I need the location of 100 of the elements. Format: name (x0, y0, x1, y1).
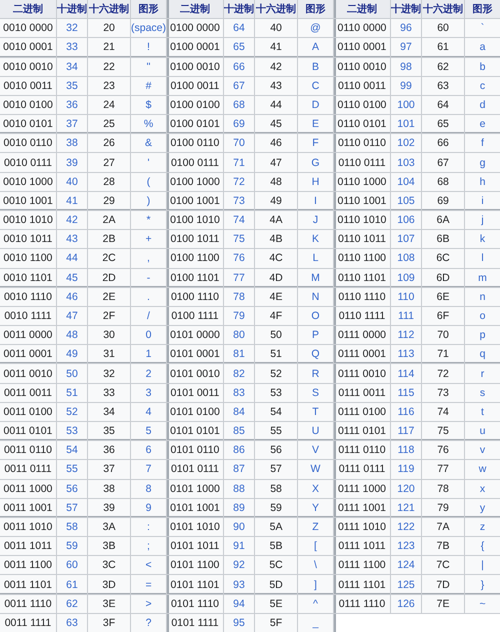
decimal-cell: 96 (390, 19, 422, 38)
hex-cell: 63 (422, 76, 464, 95)
hex-cell: 37 (88, 460, 130, 479)
binary-cell: 0111 1011 (334, 537, 390, 556)
decimal-cell: 118 (390, 441, 422, 460)
decimal-cell: 62 (56, 594, 88, 613)
glyph-cell: C (298, 76, 333, 95)
hex-cell: 38 (88, 480, 130, 498)
glyph-cell: 4 (131, 402, 166, 421)
hex-cell: 49 (255, 192, 298, 210)
decimal-cell: 87 (224, 460, 254, 479)
decimal-cell: 79 (224, 306, 254, 326)
binary-cell: 0100 1000 (167, 172, 223, 191)
decimal-cell: 101 (390, 115, 422, 134)
glyph-cell: ; (131, 537, 166, 556)
decimal-cell: 93 (224, 575, 254, 594)
hex-cell: 62 (422, 58, 464, 76)
column-header: 图形 (131, 0, 166, 18)
binary-cell: 0111 1010 (334, 518, 390, 536)
decimal-cell: 92 (224, 556, 254, 574)
hex-cell: 2E (88, 288, 130, 306)
glyph-cell: P (298, 326, 333, 344)
decimal-cell: 123 (390, 537, 422, 556)
decimal-cell: 32 (56, 19, 88, 38)
decimal-cell: 51 (56, 384, 88, 402)
decimal-cell: 109 (390, 268, 422, 287)
decimal-cell: 71 (224, 153, 254, 172)
glyph-cell: W (298, 460, 333, 479)
binary-cell: 0110 0000 (334, 19, 390, 38)
binary-cell: 0110 0101 (334, 115, 390, 134)
decimal-cell: 97 (390, 38, 422, 57)
decimal-cell: 53 (56, 422, 88, 440)
decimal-cell: 113 (390, 345, 422, 364)
hex-cell: 61 (422, 38, 464, 57)
hex-cell: 7B (422, 537, 464, 556)
binary-cell: 0010 1010 (0, 210, 56, 230)
glyph-cell: L (298, 249, 333, 268)
binary-cell: 0111 0010 (334, 364, 390, 383)
binary-cell: 0010 1110 (0, 288, 56, 306)
glyph-cell: 6 (131, 441, 166, 460)
hex-cell: 79 (422, 498, 464, 517)
binary-cell: 0101 1101 (167, 575, 223, 594)
decimal-cell: 73 (224, 192, 254, 210)
binary-cell: 0100 0101 (167, 115, 223, 134)
decimal-cell: 103 (390, 153, 422, 172)
hex-cell: 53 (255, 384, 298, 402)
binary-cell: 0110 1000 (334, 172, 390, 191)
hex-cell: 48 (255, 172, 298, 191)
binary-cell: 0101 0100 (167, 402, 223, 421)
glyph-cell: E (298, 115, 333, 134)
decimal-cell: 91 (224, 537, 254, 556)
decimal-cell: 80 (224, 326, 254, 344)
binary-cell: 0101 1100 (167, 556, 223, 574)
hex-cell: 72 (422, 364, 464, 383)
glyph-cell: K (298, 230, 333, 248)
binary-cell: 0011 0111 (0, 460, 56, 479)
decimal-cell: 44 (56, 249, 88, 268)
decimal-cell: 83 (224, 384, 254, 402)
binary-cell: 0100 0010 (167, 58, 223, 76)
glyph-cell: - (131, 268, 166, 287)
hex-cell: 77 (422, 460, 464, 479)
hex-cell: 42 (255, 58, 298, 76)
glyph-cell: m (465, 268, 500, 287)
hex-cell: 2D (88, 268, 130, 287)
binary-cell: 0111 1100 (334, 556, 390, 574)
binary-cell: 0011 0110 (0, 441, 56, 460)
hex-cell: 6E (422, 288, 464, 306)
binary-cell: 0101 1001 (167, 498, 223, 517)
binary-cell: 0101 0110 (167, 441, 223, 460)
binary-cell: 0100 1111 (167, 306, 223, 326)
hex-cell: 43 (255, 76, 298, 95)
hex-cell: 3A (88, 518, 130, 536)
glyph-cell: } (465, 575, 500, 594)
hex-cell: 66 (422, 134, 464, 152)
glyph-cell: " (131, 58, 166, 76)
hex-cell: 5D (255, 575, 298, 594)
binary-cell: 0100 0000 (167, 19, 223, 38)
decimal-cell: 67 (224, 76, 254, 95)
hex-cell: 5A (255, 518, 298, 536)
hex-cell: 5B (255, 537, 298, 556)
hex-cell: 31 (88, 345, 130, 364)
binary-cell: 0110 1101 (334, 268, 390, 287)
glyph-cell: w (465, 460, 500, 479)
glyph-cell: 8 (131, 480, 166, 498)
hex-cell: 3B (88, 537, 130, 556)
decimal-cell: 124 (390, 556, 422, 574)
hex-cell: 57 (255, 460, 298, 479)
decimal-cell: 70 (224, 134, 254, 152)
hex-cell: 40 (255, 19, 298, 38)
decimal-cell: 108 (390, 249, 422, 268)
glyph-cell: I (298, 192, 333, 210)
glyph-cell: G (298, 153, 333, 172)
hex-cell: 29 (88, 192, 130, 210)
hex-cell: 2C (88, 249, 130, 268)
binary-cell: 0010 0001 (0, 38, 56, 57)
binary-cell: 0101 1110 (167, 594, 223, 613)
binary-cell: 0101 0001 (167, 345, 223, 364)
hex-cell: 69 (422, 192, 464, 210)
decimal-cell: 75 (224, 230, 254, 248)
decimal-cell: 86 (224, 441, 254, 460)
